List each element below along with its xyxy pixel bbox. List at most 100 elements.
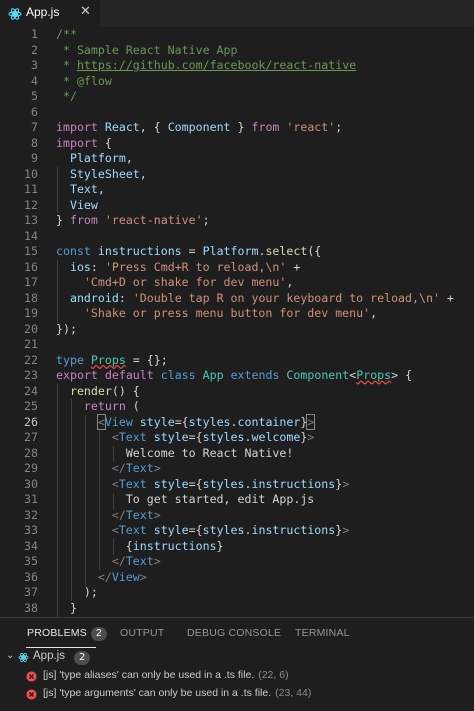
- code-line: import React, { Component } from 'react'…: [56, 120, 343, 134]
- problem-file-row[interactable]: ⌄ App.js 2: [0, 649, 474, 667]
- code-line: {instructions}: [56, 538, 224, 553]
- code-line: type Props = {};: [56, 352, 168, 367]
- problem-file-name: App.js: [33, 650, 65, 662]
- line-number: 17: [24, 275, 38, 289]
- line-number: 3: [31, 58, 38, 72]
- line-number: 30: [24, 476, 38, 491]
- editor-tab-bar: App.js ✕: [0, 0, 474, 27]
- code-line: return (: [83, 399, 140, 413]
- tab-problems[interactable]: PROBLEMS 2: [27, 627, 107, 641]
- code-line: <Text style={styles.welcome}>: [111, 430, 315, 444]
- code-line: View: [69, 197, 98, 212]
- line-number: 38: [24, 600, 38, 615]
- line-number: 37: [24, 585, 38, 599]
- error-squiggle: Props: [90, 352, 126, 367]
- line-number: 12: [24, 197, 38, 212]
- code-line: 'Shake or press menu button for dev menu…: [83, 306, 378, 320]
- code-line: </Text>: [111, 461, 161, 475]
- code-line: StyleSheet,: [69, 166, 147, 181]
- problem-source: [js]: [43, 669, 57, 681]
- problems-count-badge: 2: [90, 627, 107, 641]
- line-number: 26: [24, 414, 38, 429]
- line-number: 20: [24, 321, 38, 336]
- problem-item[interactable]: [js] 'type arguments' can only be used i…: [0, 686, 474, 704]
- line-number: 14: [24, 228, 38, 243]
- react-file-icon: [18, 652, 29, 663]
- code-line: render() {: [69, 383, 140, 398]
- line-number: 33: [24, 523, 38, 537]
- problem-file-count: 2: [74, 651, 91, 665]
- line-number: 11: [24, 182, 38, 196]
- line-number: 5: [31, 89, 38, 103]
- line-number: 2: [31, 42, 38, 57]
- code-line: </Text>: [111, 554, 161, 568]
- tab-debug-console[interactable]: DEBUG CONSOLE: [187, 627, 281, 639]
- tab-terminal[interactable]: TERMINAL: [295, 627, 350, 639]
- code-line: 'Cmd+D or shake for dev menu',: [83, 275, 294, 289]
- js-file-icon: [8, 8, 22, 20]
- line-number: 28: [24, 445, 38, 460]
- problem-location: (22, 6): [258, 669, 289, 681]
- code-editor[interactable]: 1 2 3 4 5 6 7 8 9 10 11 12 13 14 15 16 17 18 19 20 21 22 23 24 2…: [0, 27, 474, 617]
- line-number: 21: [24, 337, 38, 351]
- tab-output[interactable]: OUTPUT: [120, 627, 164, 639]
- problem-item[interactable]: [js] 'type aliases' can only be used in …: [0, 668, 474, 686]
- panel-tab-bar: PROBLEMS 2 OUTPUT DEBUG CONSOLE TERMINAL: [0, 617, 474, 650]
- code-line: <Text style={styles.instructions}>: [111, 523, 350, 537]
- line-number: 1: [31, 27, 38, 41]
- problems-panel: ⌄ App.js 2 [js] 'type aliases' can only …: [0, 649, 474, 711]
- line-number: 9: [31, 151, 38, 165]
- github-link[interactable]: https://github.com/facebook/react-native: [77, 58, 356, 72]
- line-number: 18: [24, 290, 38, 305]
- line-number: 24: [24, 383, 38, 398]
- line-number: 23: [24, 368, 38, 382]
- line-number: 36: [24, 569, 38, 584]
- line-number: 22: [24, 352, 38, 367]
- code-line: /**: [56, 27, 77, 41]
- code-line: Platform,: [69, 151, 133, 165]
- problem-message: 'type aliases' can only be used in a .ts…: [59, 669, 255, 681]
- code-line: * Sample React Native App: [56, 42, 238, 57]
- chevron-down-icon[interactable]: ⌄: [6, 650, 14, 661]
- line-number: 32: [24, 507, 38, 522]
- line-number: 16: [24, 259, 38, 274]
- close-icon[interactable]: ✕: [80, 4, 91, 19]
- code-line: </View>: [97, 569, 147, 584]
- code-line: */: [56, 89, 77, 103]
- tab-title: App.js: [26, 5, 60, 19]
- problem-source: [js]: [43, 687, 57, 699]
- error-icon: [26, 689, 37, 700]
- line-number: 7: [31, 120, 38, 134]
- code-line: Text,: [69, 182, 105, 196]
- line-number: 34: [24, 538, 38, 553]
- code-line: import {: [56, 135, 112, 150]
- problem-location: (23, 44): [275, 687, 312, 699]
- line-number: 25: [24, 399, 38, 413]
- line-number: 10: [24, 166, 38, 181]
- code-line: }: [56, 600, 77, 615]
- line-number: 4: [31, 73, 38, 88]
- code-line: <Text style={styles.instructions}>: [111, 476, 350, 491]
- line-number: 13: [24, 213, 38, 227]
- code-line: Welcome to React Native!: [125, 445, 294, 460]
- line-number: 8: [31, 135, 38, 150]
- line-number: 19: [24, 306, 38, 320]
- code-line: export default class App extends Compone…: [56, 368, 413, 382]
- error-squiggle: Props: [356, 368, 392, 382]
- code-line: <View style={styles.container}>: [96, 413, 316, 430]
- problem-message: 'type arguments' can only be used in a .…: [59, 687, 272, 699]
- code-line: </Text>: [111, 507, 161, 522]
- line-number: 29: [24, 461, 38, 475]
- active-tab-indicator: [26, 647, 96, 648]
- code-line: });: [56, 321, 77, 336]
- line-number: 35: [24, 554, 38, 568]
- code-line: } from 'react-native';: [56, 213, 210, 227]
- line-number: 27: [24, 430, 38, 444]
- tab-app-js[interactable]: App.js ✕: [0, 0, 100, 27]
- error-icon: [26, 671, 37, 682]
- line-number: 31: [24, 492, 38, 506]
- line-number: 15: [24, 244, 38, 258]
- code-line: * @flow: [56, 73, 112, 88]
- code-line: android: 'Double tap R on your keyboard …: [69, 290, 454, 305]
- code-line: To get started, edit App.js: [125, 492, 315, 506]
